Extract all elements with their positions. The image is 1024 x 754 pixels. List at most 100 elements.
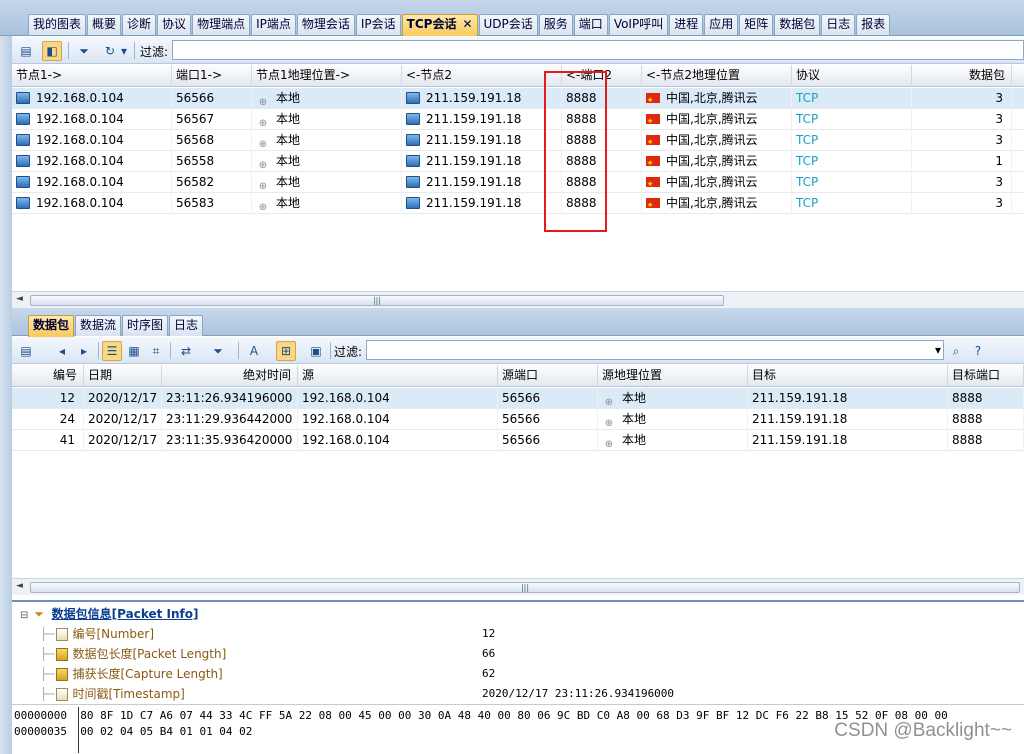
sub-tab-3[interactable]: 日志 (169, 315, 204, 336)
packets-filter-input[interactable] (366, 340, 944, 360)
tab-12[interactable]: VoIP呼叫 (608, 14, 669, 35)
sub-tab-2[interactable]: 时序图 (122, 315, 169, 336)
filter-dropdown-icon[interactable]: ▾ (932, 341, 944, 361)
packet-info-node[interactable]: ⊟ ⏷ 数据包信息[Packet Info] (20, 604, 199, 624)
column-header[interactable]: 源端口 (498, 365, 598, 387)
capture-icon[interactable]: ◧ (42, 41, 62, 61)
tab-11[interactable]: 端口 (573, 14, 608, 35)
column-header[interactable]: 绝对时间 (162, 365, 298, 387)
scrollbar-thumb[interactable]: ||| (30, 295, 724, 306)
computer-icon (406, 197, 420, 209)
tab-15[interactable]: 矩阵 (739, 14, 774, 35)
tab-18[interactable]: 报表 (856, 14, 891, 35)
tab-label: 日志 (826, 17, 851, 31)
cell-text: 24 (59, 412, 75, 426)
session-row[interactable]: 192.168.0.10456566⊕本地211.159.191.188888中… (12, 88, 1024, 109)
sessions-toolbar: ▤ ◧ ⏷ ↻ ▾ 过滤: (12, 37, 1024, 64)
scroll-left-icon[interactable]: ◄ (16, 294, 23, 304)
sessions-scrollbar[interactable]: ◄ ||| (12, 291, 1024, 308)
tab-1[interactable]: 概要 (87, 14, 122, 35)
dropdown-arrow-icon[interactable]: ▾ (118, 41, 130, 61)
detail-view-icon[interactable]: ▦ (124, 341, 144, 361)
tree-view-icon[interactable]: ⊞ (276, 341, 296, 361)
export-icon[interactable]: ▤ (16, 41, 36, 61)
sub-tab-1[interactable]: 数据流 (75, 315, 122, 336)
column-header[interactable]: 日期 (84, 365, 162, 387)
close-icon[interactable]: ✕ (462, 17, 472, 31)
session-row[interactable]: 192.168.0.10456582⊕本地211.159.191.188888中… (12, 172, 1024, 193)
sub-tab-0[interactable]: 数据包 (28, 315, 75, 337)
tab-6[interactable]: 物理会话 (296, 14, 355, 35)
sessions-header: 节点1-> 端口1-> 节点1地理位置-> <-节点2 <-端口2 <-节点2地理位置 协议… (12, 65, 1024, 87)
column-header[interactable]: 节点1地理位置-> (252, 65, 402, 87)
packet-row[interactable]: 41 2020/12/17 23:11:35.936420000 192.168.0.… (12, 430, 1024, 451)
session-row[interactable]: 192.168.0.10456568⊕本地211.159.191.188888中… (12, 130, 1024, 151)
session-row[interactable]: 192.168.0.10456567⊕本地211.159.191.188888中… (12, 109, 1024, 130)
cell-text: 本地 (276, 175, 301, 189)
computer-icon (406, 134, 420, 146)
computer-icon (406, 113, 420, 125)
tab-13[interactable]: 进程 (669, 14, 704, 35)
column-header[interactable]: 端口1-> (172, 65, 252, 87)
column-header[interactable]: 节点1-> (12, 65, 172, 87)
cell-text: TCP (796, 175, 819, 189)
filter-label: 过滤: (140, 45, 169, 59)
help-icon[interactable]: ? (968, 341, 988, 361)
tab-2[interactable]: 诊断 (122, 14, 157, 35)
hex-view-icon[interactable]: ⌗ (146, 341, 166, 361)
cell-text: 211.159.191.18 (752, 433, 848, 447)
packet-info-field[interactable]: ├─ 时间戳[Timestamp] 2020/12/17 23:11:26.9341… (40, 684, 1020, 704)
tab-10[interactable]: 服务 (538, 14, 573, 35)
session-row[interactable]: 192.168.0.10456583⊕本地211.159.191.188888中… (12, 193, 1024, 214)
tab-8[interactable]: TCP会话 ✕ (401, 14, 478, 36)
tab-5[interactable]: IP端点 (251, 14, 296, 35)
tab-17[interactable]: 日志 (821, 14, 856, 35)
column-header-label: 目标 (752, 368, 777, 382)
tab-7[interactable]: IP会话 (355, 14, 401, 35)
back-arrow-icon[interactable]: ◂ (52, 341, 72, 361)
session-row[interactable]: 192.168.0.10456558⊕本地211.159.191.188888中… (12, 151, 1024, 172)
packet-info-field[interactable]: ├─ 数据包长度[Packet Length] 66 (40, 644, 1020, 664)
column-header[interactable]: 源 (298, 365, 498, 387)
export-icon[interactable]: ▤ (16, 341, 36, 361)
session-cell: 3 (912, 130, 1012, 151)
packet-info-field[interactable]: ├─ 捕获长度[Capture Length] 62 (40, 664, 1020, 684)
search-icon[interactable]: ⌕ (946, 341, 966, 361)
column-header[interactable]: 编号 (12, 365, 84, 387)
list-view-icon[interactable]: ☰ (102, 341, 122, 361)
packet-row[interactable]: 24 2020/12/17 23:11:29.936442000 192.168.0.… (12, 409, 1024, 430)
font-color-icon[interactable]: A (244, 341, 264, 361)
scroll-left-icon[interactable]: ◄ (16, 581, 23, 591)
refresh-icon[interactable]: ↻ (100, 41, 120, 61)
forward-arrow-icon[interactable]: ▸ (74, 341, 94, 361)
column-header[interactable]: 目标 (748, 365, 948, 387)
tab-9[interactable]: UDP会话 (478, 14, 538, 35)
column-header[interactable]: 协议 (792, 65, 912, 87)
session-cell: 192.168.0.104 (12, 193, 172, 214)
tab-3[interactable]: 协议 (157, 14, 192, 35)
column-header[interactable]: <-节点2 (402, 65, 562, 87)
tab-14[interactable]: 应用 (704, 14, 739, 35)
packets-scrollbar[interactable]: ◄ ||| (12, 578, 1024, 595)
column-header[interactable]: 目标端口 (948, 365, 1024, 387)
decode-icon[interactable]: ⇄ (176, 341, 196, 361)
column-header[interactable]: 数据包 (912, 65, 1012, 87)
cell-text: 192.168.0.104 (36, 154, 124, 168)
column-header[interactable]: 源地理位置 (598, 365, 748, 387)
packet-info-field[interactable]: ├─ 编号[Number] 12 (40, 624, 1020, 644)
sessions-filter-input[interactable] (172, 40, 1024, 60)
sessions-table: 节点1-> 端口1-> 节点1地理位置-> <-节点2 <-端口2 <-节点2地理位置 协议… (12, 65, 1024, 291)
save-icon[interactable]: ▣ (306, 341, 326, 361)
scrollbar-thumb[interactable]: ||| (30, 582, 1020, 593)
column-header[interactable]: <-节点2地理位置 (642, 65, 792, 87)
filter-funnel-icon[interactable]: ⏷ (74, 41, 94, 61)
cell-text: TCP (796, 154, 819, 168)
cell-text: 192.168.0.104 (302, 391, 390, 405)
tab-4[interactable]: 物理端点 (192, 14, 251, 35)
filter-funnel-icon[interactable]: ⏷ (208, 341, 228, 361)
collapse-icon[interactable]: ⊟ (20, 610, 28, 621)
tab-16[interactable]: 数据包 (774, 14, 821, 35)
tab-0[interactable]: 我的图表 (28, 14, 87, 35)
packet-row[interactable]: 12 2020/12/17 23:11:26.934196000 192.168.0.… (12, 388, 1024, 409)
cell-text: TCP (796, 133, 819, 147)
